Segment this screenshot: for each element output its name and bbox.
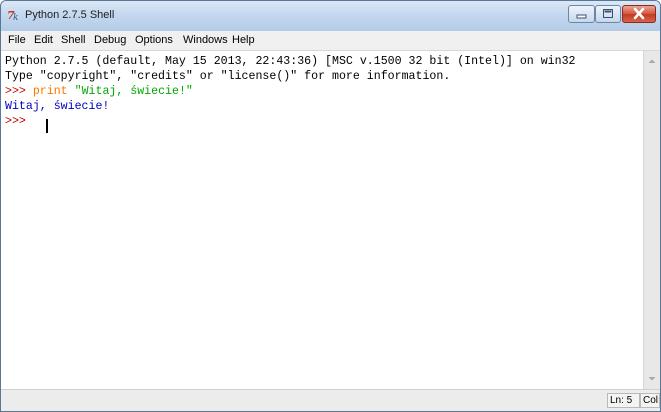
minimize-icon xyxy=(576,14,587,19)
menu-windows[interactable]: Windows xyxy=(183,34,228,46)
status-bar: Ln: 5 Col: 4 xyxy=(1,389,660,411)
keyword-print: print xyxy=(32,85,68,98)
menu-options[interactable]: Options xyxy=(135,34,173,46)
menu-shell[interactable]: Shell xyxy=(61,34,85,46)
menu-debug[interactable]: Debug xyxy=(94,34,126,46)
maximize-icon xyxy=(603,9,613,18)
maximize-button[interactable] xyxy=(595,5,621,23)
scroll-up-arrow-icon[interactable] xyxy=(644,53,660,69)
output-line: Witaj, świecie! xyxy=(5,100,110,113)
shell-text-area[interactable]: Python 2.7.5 (default, May 15 2013, 22:4… xyxy=(1,51,643,389)
close-button[interactable] xyxy=(622,5,656,23)
menu-bar: File Edit Shell Debug Options Windows He… xyxy=(1,31,660,51)
current-prompt-line: >>> xyxy=(5,114,26,129)
menu-file[interactable]: File xyxy=(8,34,26,46)
text-cursor xyxy=(46,119,48,133)
scroll-down-arrow-icon[interactable] xyxy=(644,371,660,387)
banner-version-line: Python 2.7.5 (default, May 15 2013, 22:4… xyxy=(5,55,576,68)
input-line: >>> print "Witaj, świecie!" xyxy=(5,84,193,99)
close-icon xyxy=(633,7,645,20)
svg-text:k: k xyxy=(13,13,18,23)
window-title: Python 2.7.5 Shell xyxy=(25,9,115,21)
python-idle-icon: 7 k xyxy=(7,9,18,23)
menu-edit[interactable]: Edit xyxy=(34,34,53,46)
idle-shell-window: 7 k Python 2.7.5 Shell File Edit Shell D… xyxy=(0,0,661,412)
banner-info-line: Type "copyright", "credits" or "license(… xyxy=(5,70,451,83)
prompt: >>> xyxy=(5,85,26,98)
minimize-button[interactable] xyxy=(568,5,595,23)
prompt: >>> xyxy=(5,115,26,128)
status-line-number: Ln: 5 xyxy=(607,393,640,408)
menu-help[interactable]: Help xyxy=(232,34,255,46)
vertical-scrollbar[interactable] xyxy=(643,51,660,389)
title-bar[interactable]: 7 k Python 2.7.5 Shell xyxy=(1,1,660,31)
status-column-number: Col: 4 xyxy=(640,393,660,408)
string-literal: "Witaj, świecie!" xyxy=(74,85,193,98)
